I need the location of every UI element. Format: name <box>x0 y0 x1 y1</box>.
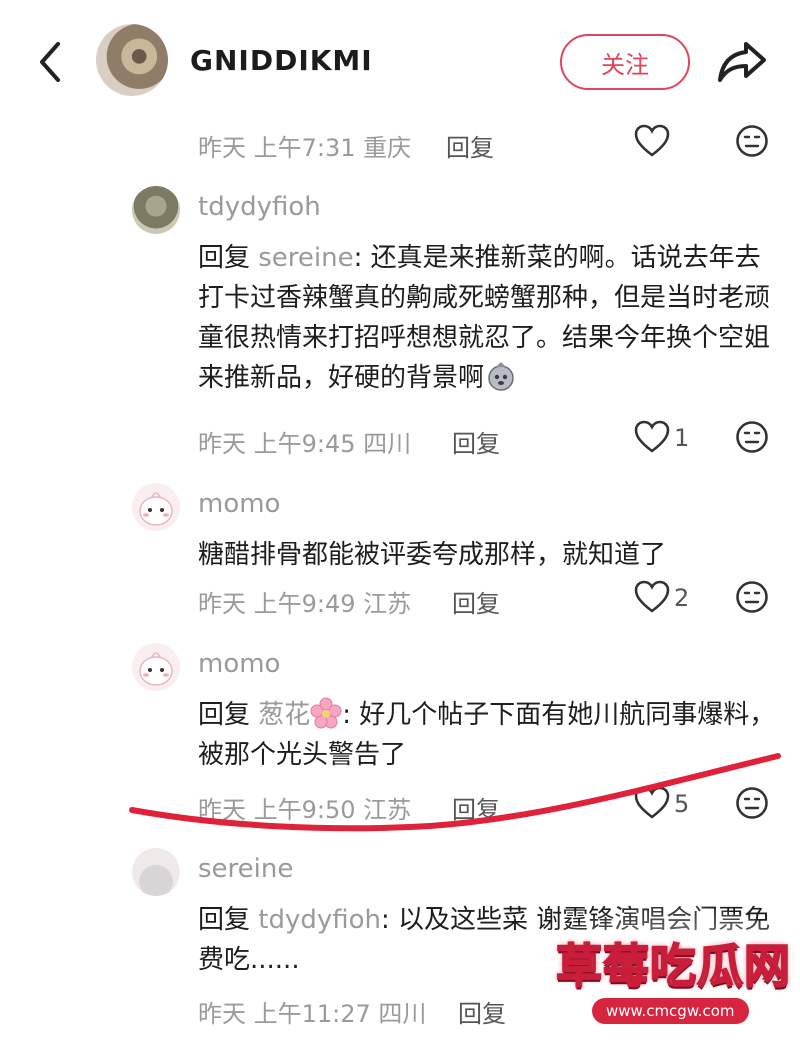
reply-button[interactable]: 回复 <box>458 994 506 1029</box>
emoji-face-icon[interactable] <box>735 786 769 820</box>
like-count: 5 <box>674 790 690 818</box>
commenter-name[interactable]: momo <box>198 489 280 519</box>
reply-button[interactable]: 回复 <box>446 128 494 163</box>
emoji-face-icon[interactable] <box>735 124 769 158</box>
comment-timestamp: 昨天 上午9:45 四川 <box>198 430 412 458</box>
cartoon-avatar-icon <box>139 492 173 526</box>
commenter-avatar[interactable] <box>132 643 180 691</box>
mention-link[interactable]: 葱花 <box>258 700 310 730</box>
heart-icon[interactable] <box>634 786 670 820</box>
share-button[interactable] <box>716 38 768 86</box>
comment-meta-row: 昨天 上午9:49 江苏 回复 2 <box>0 580 800 620</box>
comment-timestamp: 昨天 上午11:27 四川 <box>198 1000 427 1028</box>
reply-button[interactable]: 回复 <box>452 424 500 459</box>
heart-icon[interactable] <box>634 124 670 158</box>
comment-meta-row: 昨天 上午7:31 重庆 回复 <box>0 124 800 164</box>
comment-timestamp: 昨天 上午9:49 江苏 <box>198 590 412 618</box>
commenter-avatar[interactable] <box>132 483 180 531</box>
comment-meta-row: 昨天 上午9:45 四川 回复 1 <box>0 420 800 460</box>
watermark-url: www.cmcgw.com <box>592 998 749 1024</box>
emoji-face-icon[interactable] <box>735 580 769 614</box>
share-icon <box>718 42 766 82</box>
commenter-avatar[interactable] <box>132 848 180 896</box>
comment-timestamp: 昨天 上午9:50 江苏 <box>198 796 412 824</box>
comment-timestamp: 昨天 上午7:31 重庆 <box>198 134 412 162</box>
back-button[interactable] <box>30 40 70 84</box>
cherry-blossom-emoji <box>310 697 342 729</box>
like-count: 2 <box>674 584 690 612</box>
author-avatar[interactable] <box>96 24 168 96</box>
comment-content: 糖醋排骨都能被评委夸成那样，就知道了 <box>198 540 667 570</box>
comment-meta-row: 昨天 上午9:50 江苏 回复 5 <box>0 786 800 826</box>
money-bag-emoji <box>488 362 514 391</box>
like-count: 1 <box>674 424 690 452</box>
commenter-name[interactable]: momo <box>198 649 280 679</box>
mention-link[interactable]: tdydyfioh <box>258 905 381 935</box>
top-bar: GNIDDIKMI 关注 <box>0 0 800 124</box>
reply-prefix: 回复 <box>198 243 259 273</box>
reply-prefix: 回复 <box>198 905 259 935</box>
commenter-name[interactable]: sereine <box>198 854 293 884</box>
follow-button[interactable]: 关注 <box>560 34 690 90</box>
author-username[interactable]: GNIDDIKMI <box>190 44 373 77</box>
reply-button[interactable]: 回复 <box>452 790 500 825</box>
comment-text: 回复 葱花: 好几个帖子下面有她川航同事爆料，被那个光头警告了 <box>198 695 778 775</box>
comment-text: 回复 sereine: 还真是来推新菜的啊。话说去年去打卡过香辣蟹真的齁咸死螃蟹… <box>198 238 778 398</box>
cartoon-avatar-icon <box>139 652 173 686</box>
reply-prefix: 回复 <box>198 700 259 730</box>
heart-icon[interactable] <box>634 580 670 614</box>
mention-link[interactable]: sereine <box>258 243 353 273</box>
heart-icon[interactable] <box>634 420 670 454</box>
emoji-face-icon[interactable] <box>735 420 769 454</box>
commenter-avatar[interactable] <box>132 186 180 234</box>
watermark-logo-text: 草莓吃瓜网 <box>555 938 791 994</box>
reply-button[interactable]: 回复 <box>452 584 500 619</box>
comment-text: 糖醋排骨都能被评委夸成那样，就知道了 <box>198 535 778 575</box>
commenter-name[interactable]: tdydyfioh <box>198 192 321 222</box>
back-arrow-icon <box>40 42 60 82</box>
